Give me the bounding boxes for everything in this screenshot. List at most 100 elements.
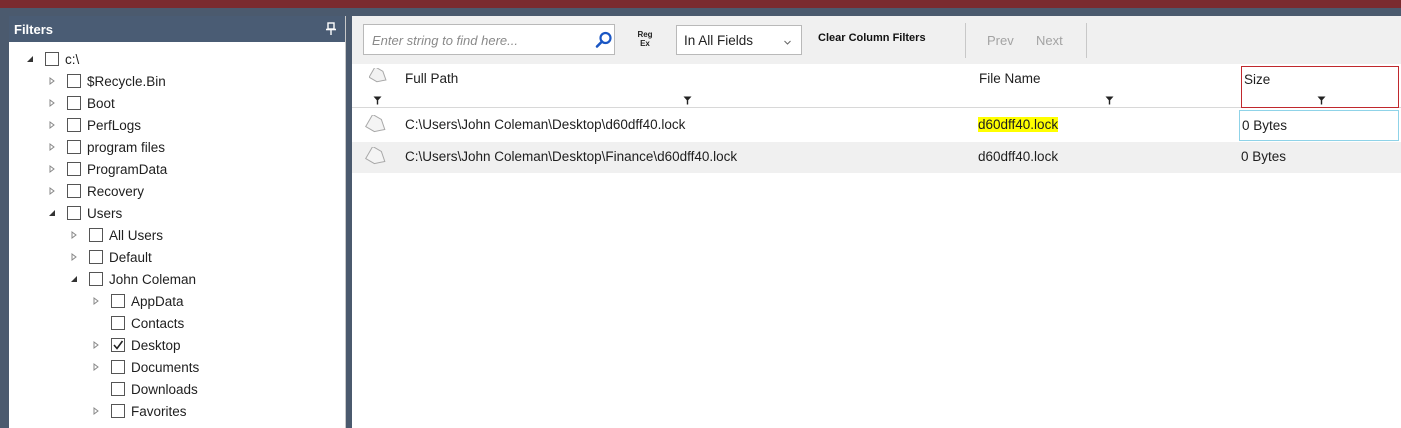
tree-item-label: program files [87,139,166,155]
next-button[interactable]: Next [1036,33,1063,48]
collapsed-arrow-icon[interactable] [45,140,59,154]
tree-item-users[interactable]: Users [45,202,122,224]
tree-item-label: Default [109,249,152,265]
prev-button[interactable]: Prev [987,33,1014,48]
toolbar-divider [1086,23,1087,58]
tree-checkbox[interactable] [111,404,125,418]
tree-checkbox[interactable] [111,382,125,396]
column-header-size[interactable]: Size [1241,66,1399,108]
collapsed-arrow-icon[interactable] [67,228,81,242]
tree-item-all-users[interactable]: All Users [67,224,163,246]
filters-header: Filters [9,16,345,42]
tree-checkbox[interactable] [89,250,103,264]
tree-item-label: All Users [109,227,164,243]
search-fields-select[interactable]: In All Fields [676,25,802,55]
tree-item-default[interactable]: Default [67,246,152,268]
tag-icon [368,66,389,87]
tree-checkbox[interactable] [67,206,81,220]
tree-item-desktop[interactable]: Desktop [89,334,181,356]
tree-item-contacts[interactable]: Contacts [89,312,184,334]
tag-icon[interactable] [365,145,389,170]
collapsed-arrow-icon[interactable] [89,294,103,308]
regex-toggle-button[interactable]: Reg Ex [632,26,658,52]
tree-item-favorites[interactable]: Favorites [89,400,187,422]
column-label: Full Path [405,71,459,86]
collapsed-arrow-icon[interactable] [45,118,59,132]
no-expander [89,316,103,330]
tree-item-label: c:\ [65,51,80,67]
tree-checkbox[interactable] [111,360,125,374]
cell-file-name: d60dff40.lock [978,149,1059,164]
collapsed-arrow-icon[interactable] [45,96,59,110]
tree-item-c-drive[interactable]: c:\ [23,48,79,70]
tree-item-label: $Recycle.Bin [87,73,166,89]
cell-full-path: C:\Users\John Coleman\Desktop\Finance\d6… [405,149,738,164]
column-header-file-name[interactable]: File Name [979,66,1239,108]
collapsed-arrow-icon[interactable] [89,338,103,352]
expanded-arrow-icon[interactable] [23,52,37,66]
filter-icon[interactable] [1317,93,1326,105]
tree-item-boot[interactable]: Boot [45,92,115,114]
tree-item-label: Documents [131,359,200,375]
no-expander [89,382,103,396]
filter-icon[interactable] [373,93,382,105]
expanded-arrow-icon[interactable] [67,272,81,286]
search-fields-value: In All Fields [684,32,754,48]
collapsed-arrow-icon[interactable] [89,360,103,374]
filter-icon[interactable] [1105,93,1114,105]
pin-icon[interactable] [325,22,337,36]
tree-item-label: Boot [87,95,115,111]
search-input[interactable] [372,31,582,49]
chevron-down-icon [783,35,792,45]
tree-item-label: Users [87,205,123,221]
tree-item-downloads[interactable]: Downloads [89,378,198,400]
tree-checkbox[interactable] [89,272,103,286]
search-box[interactable] [363,24,615,55]
cell-size: 0 Bytes [1241,149,1287,164]
tree-checkbox[interactable] [67,162,81,176]
cell-size: 0 Bytes [1242,118,1288,133]
tree-item-recycle-bin[interactable]: $Recycle.Bin [45,70,166,92]
tree-item-label: Favorites [131,403,187,419]
tree-checkbox[interactable] [67,74,81,88]
collapsed-arrow-icon[interactable] [45,162,59,176]
tree-checkbox[interactable] [45,52,59,66]
tree-checkbox[interactable] [67,140,81,154]
tree-item-john-coleman[interactable]: John Coleman [67,268,196,290]
table-row[interactable]: C:\Users\John Coleman\Desktop\Finance\d6… [352,142,1401,173]
tree-item-appdata[interactable]: AppData [89,290,184,312]
expanded-arrow-icon[interactable] [45,206,59,220]
tree-checkbox-checked[interactable] [111,338,125,352]
tree-checkbox[interactable] [67,184,81,198]
results-pane: Reg Ex In All Fields Clear Column Filter… [352,16,1401,428]
tree-item-documents[interactable]: Documents [89,356,199,378]
tree-checkbox[interactable] [67,96,81,110]
tree-item-label: PerfLogs [87,117,142,133]
tag-icon[interactable] [365,113,389,138]
tree-checkbox[interactable] [89,228,103,242]
collapsed-arrow-icon[interactable] [45,74,59,88]
grid-header: Full Path File Name Size [352,66,1401,108]
tree-checkbox[interactable] [67,118,81,132]
tree-checkbox[interactable] [111,294,125,308]
filter-icon[interactable] [683,93,692,105]
tree-item-perflogs[interactable]: PerfLogs [45,114,141,136]
regex-label-line1: Reg [637,30,653,39]
collapsed-arrow-icon[interactable] [89,404,103,418]
collapsed-arrow-icon[interactable] [45,184,59,198]
tree-item-program-files[interactable]: program files [45,136,165,158]
search-icon[interactable] [595,31,613,49]
column-header-full-path[interactable]: Full Path [405,66,975,108]
table-row[interactable]: C:\Users\John Coleman\Desktop\d60dff40.l… [352,110,1401,141]
cell-full-path: C:\Users\John Coleman\Desktop\d60dff40.l… [405,117,686,132]
toolbar-divider [965,23,966,58]
cell-size-selected[interactable]: 0 Bytes [1239,110,1399,141]
checkmark-icon [113,340,124,350]
collapsed-arrow-icon[interactable] [67,250,81,264]
tree-item-label: Downloads [131,381,198,397]
tree-item-label: John Coleman [109,271,197,287]
tree-checkbox[interactable] [111,316,125,330]
tree-item-programdata[interactable]: ProgramData [45,158,167,180]
tree-item-recovery[interactable]: Recovery [45,180,144,202]
clear-column-filters-button[interactable]: Clear Column Filters [818,32,926,44]
